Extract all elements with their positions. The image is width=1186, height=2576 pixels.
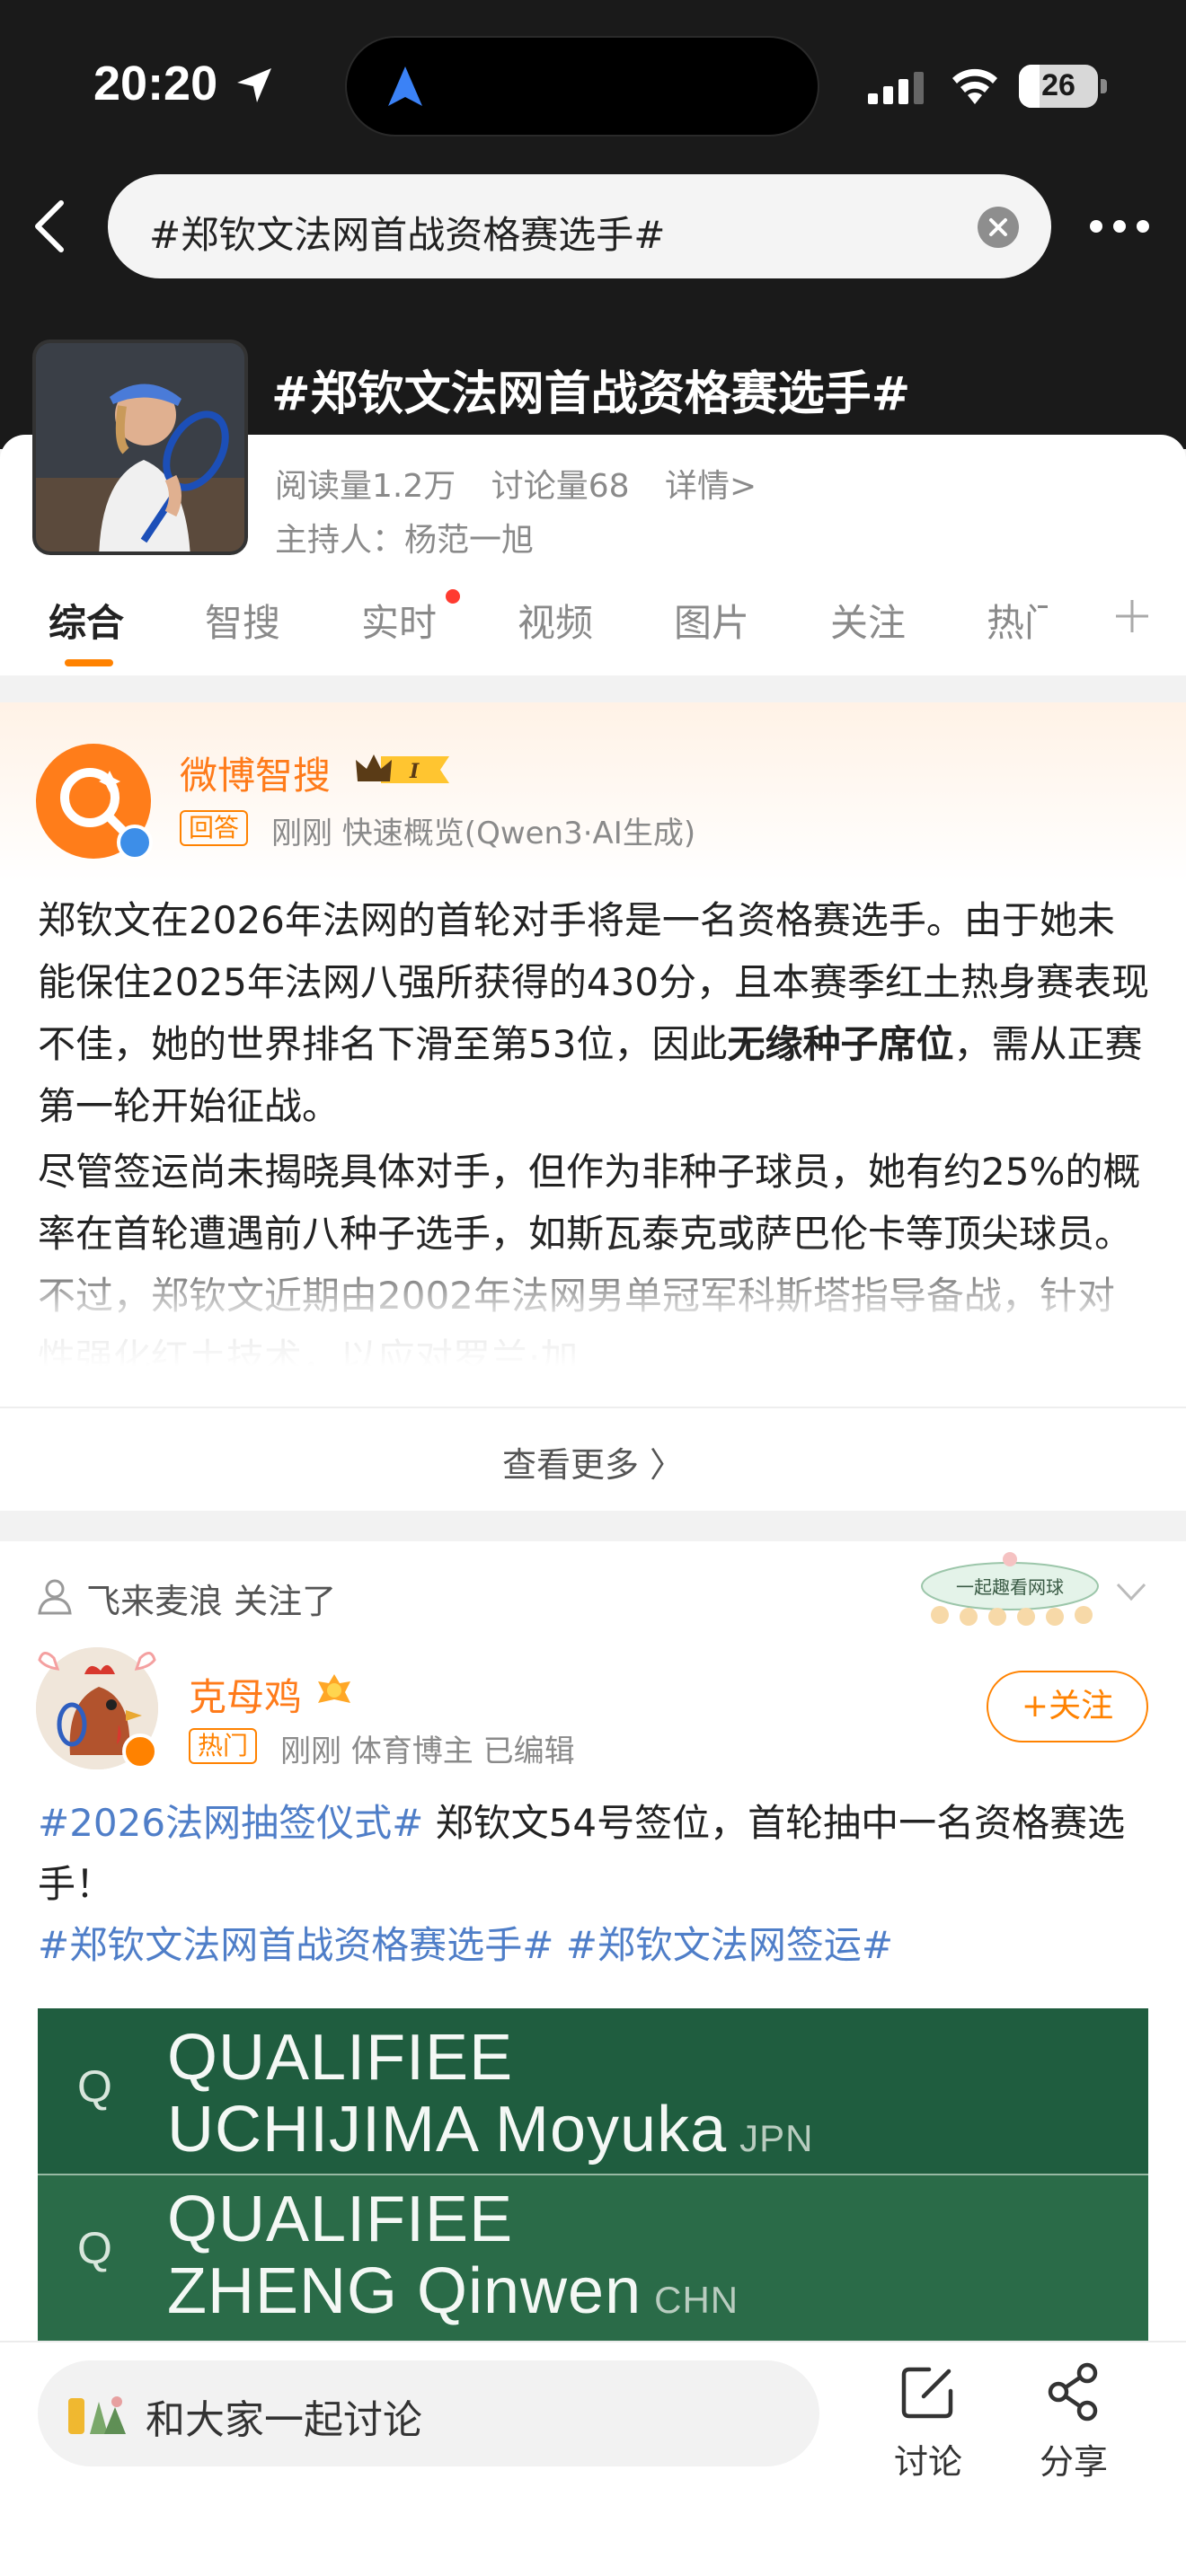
svg-text:I: I [409, 760, 420, 783]
draw-q-label: Q [77, 2223, 112, 2273]
search-query-text: #郑钦文法网首战资格赛选手# [149, 213, 666, 257]
discuss-button[interactable]: 讨论 [870, 2360, 987, 2483]
ai-avatar[interactable] [36, 744, 153, 860]
user-emoji-icon [68, 2396, 126, 2434]
fan-badge-illustration: 一起趣看网球 [921, 1552, 1099, 1626]
clear-search-button[interactable] [978, 207, 1019, 248]
draw-line-2: UCHIJIMA Moyuka JPN [167, 2093, 814, 2166]
discussion-count: 讨论量68 [491, 468, 630, 505]
text-fade-overlay [0, 1241, 1186, 1421]
draw-line-1: QUALIFIEE [167, 2183, 514, 2255]
hashtag-link[interactable]: #2026法网抽签仪式# [38, 1801, 423, 1845]
answer-tag: 回答 [180, 810, 249, 846]
share-icon [1048, 2362, 1098, 2422]
share-label: 分享 [1039, 2442, 1108, 2482]
draw-row: Q QUALIFIEE UCHIJIMA Moyuka JPN [38, 2008, 1148, 2175]
share-button[interactable]: 分享 [1015, 2360, 1132, 2483]
back-button[interactable] [22, 192, 75, 260]
post-meta: 刚刚 体育博主 已编辑 [280, 1734, 575, 1769]
fan-badge-image: 一起趣看网球 [913, 1550, 1107, 1628]
ai-card-meta: 刚刚 快速概览(Qwen3·AI生成) [271, 816, 696, 851]
search-input[interactable]: #郑钦文法网首战资格赛选手# [108, 174, 1051, 278]
edit-icon [901, 2367, 953, 2419]
tab-images[interactable]: 图片 [674, 593, 749, 648]
comment-input[interactable]: 和大家一起讨论 [38, 2360, 819, 2466]
status-bar: 20:20 26 [0, 0, 1186, 171]
battery-percent: 26 [1041, 68, 1075, 102]
status-time: 20:20 [93, 57, 218, 110]
draw-line-1: QUALIFIEE [167, 2022, 514, 2094]
draw-line-2: ZHENG Qinwen CHN [167, 2254, 739, 2328]
person-icon [38, 1579, 72, 1615]
verified-badge-icon [122, 1734, 158, 1769]
ai-paragraph-1-bold: 无缘种子席位 [727, 1022, 954, 1066]
crown-badge-icon: I [356, 754, 449, 783]
chevron-down-icon[interactable] [1111, 1575, 1152, 1608]
card-gradient [0, 702, 1186, 882]
more-options-button[interactable] [1084, 201, 1155, 251]
draw-country: JPN [739, 2117, 814, 2159]
read-count: 阅读量1.2万 [275, 468, 456, 505]
tab-comprehensive[interactable]: 综合 [49, 593, 124, 648]
tab-realtime[interactable]: 实时 [361, 593, 437, 648]
tab-bar: 综合 智搜 实时 视频 图片 关注 热门 [0, 589, 1186, 656]
tab-video[interactable]: 视频 [518, 593, 593, 648]
hashtag-link[interactable]: #郑钦文法网签运# [553, 1923, 893, 1967]
post-image[interactable]: Q QUALIFIEE UCHIJIMA Moyuka JPN Q QUALIFI… [38, 2008, 1148, 2368]
fan-badge-text: 一起趣看网球 [956, 1576, 1064, 1598]
post-author-name[interactable]: 克母鸡 [189, 1667, 302, 1722]
vip-badge-icon [318, 1674, 350, 1703]
comment-placeholder: 和大家一起讨论 [146, 2397, 422, 2443]
verified-badge-icon [117, 825, 153, 860]
post-body: #2026法网抽签仪式# 郑钦文54号签位，首轮抽中一名资格赛选手！ #郑钦文法… [38, 1793, 1152, 1976]
realtime-new-dot [446, 589, 460, 604]
add-tab-icon[interactable] [1111, 595, 1154, 638]
weibo-post-card: 飞来麦浪 关注了 一起趣看网球 克母鸡 热门 刚刚 体育博主 已编辑 +关注 #… [0, 1541, 1186, 2439]
tab-smart-search[interactable]: 智搜 [205, 593, 280, 648]
discuss-label: 讨论 [893, 2442, 962, 2482]
tab-following[interactable]: 关注 [830, 593, 906, 648]
ai-account-name[interactable]: 微博智搜 [180, 745, 331, 800]
draw-player-name: UCHIJIMA Moyuka [167, 2094, 728, 2166]
battery-tip [1101, 79, 1107, 93]
active-tab-indicator [65, 659, 113, 666]
close-icon [989, 218, 1007, 236]
location-arrow-icon [237, 68, 271, 102]
draw-row: Q QUALIFIEE ZHENG Qinwen CHN [38, 2175, 1148, 2342]
navigation-app-icon [388, 66, 422, 106]
ai-paragraph-1: 郑钦文在2026年法网的首轮对手将是一名资格赛选手。由于她未能保住2025年法网… [38, 889, 1152, 1137]
hot-tag: 热门 [189, 1728, 258, 1764]
ai-summary-card: 微博智搜 I 回答 刚刚 快速概览(Qwen3·AI生成) 郑钦文在2026年法… [0, 702, 1186, 1511]
follow-button[interactable]: +关注 [987, 1671, 1148, 1742]
divider [0, 1407, 1186, 1408]
topic-host: 主持人：杨范一旭 [275, 522, 535, 559]
details-link[interactable]: 详情> [665, 468, 757, 505]
cellular-signal-icon [868, 72, 924, 104]
see-more-button[interactable]: 查看更多 〉 [0, 1437, 1186, 1486]
wifi-icon [952, 68, 997, 104]
draw-q-label: Q [77, 2061, 112, 2112]
battery-indicator: 26 [1019, 65, 1107, 108]
tennis-player-illustration [36, 343, 244, 551]
topic-title: #郑钦文法网首战资格赛选手# [271, 367, 911, 421]
bottom-action-bar: 和大家一起讨论 讨论 分享 [0, 2341, 1186, 2576]
draw-player-name: ZHENG Qinwen [167, 2255, 642, 2327]
topic-cover-image[interactable] [32, 340, 248, 555]
dynamic-island [345, 36, 819, 137]
tab-hot[interactable]: 热门 [987, 593, 1048, 648]
user-avatar[interactable] [36, 1647, 158, 1769]
hashtag-link[interactable]: #郑钦文法网首战资格赛选手# [38, 1923, 553, 1967]
followed-by-text: 飞来麦浪 关注了 [86, 1582, 337, 1621]
topic-stats: 阅读量1.2万 讨论量68 详情> [275, 460, 782, 507]
draw-country: CHN [654, 2279, 739, 2321]
